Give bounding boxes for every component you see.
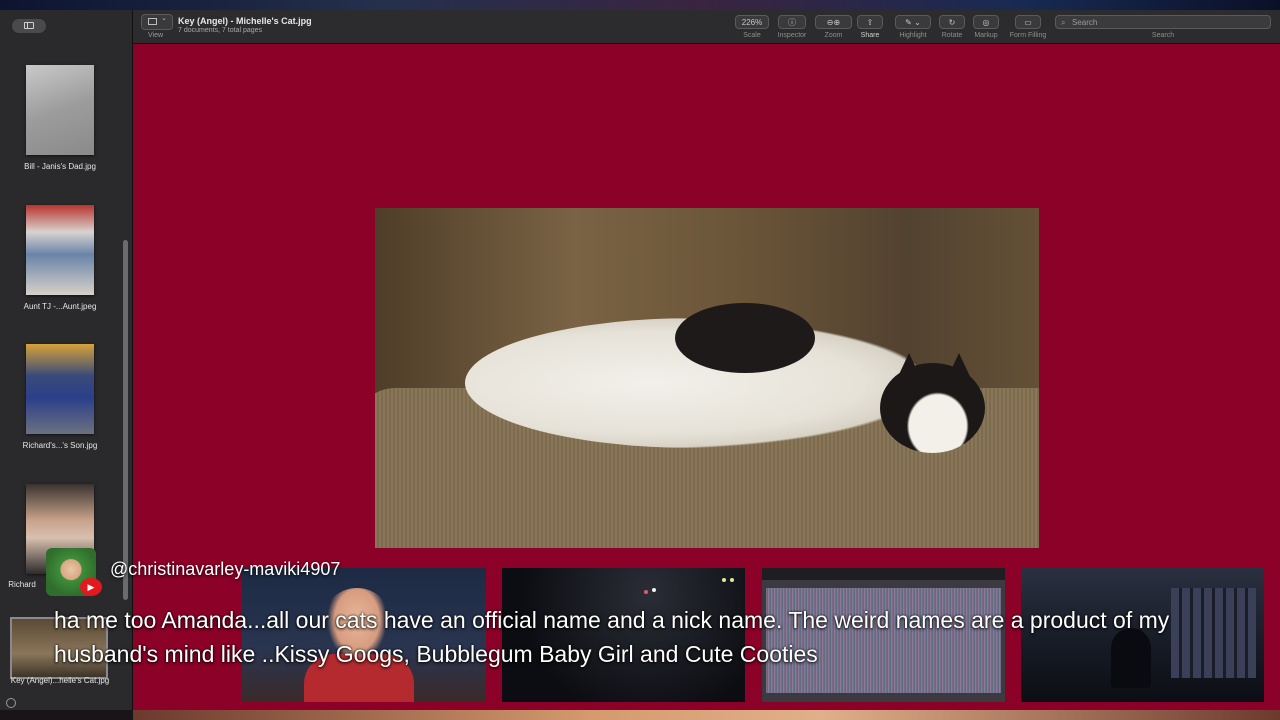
youtube-icon: ▶ — [80, 578, 102, 596]
window-subtitle: 7 documents, 7 total pages — [178, 27, 263, 34]
sidebar-toggle-button[interactable] — [12, 19, 46, 33]
view-label: View — [148, 32, 164, 39]
rotate-label: Rotate — [941, 32, 963, 39]
search-input[interactable] — [1072, 16, 1262, 28]
scale-field[interactable]: 226% — [735, 15, 769, 29]
info-icon: ⓘ — [788, 18, 796, 27]
zoom-out-icon[interactable]: ⊖ — [827, 18, 834, 27]
thumbnail-image — [26, 344, 94, 434]
search-icon: ⌕ — [1061, 18, 1066, 27]
zoom-buttons[interactable]: ⊖⊕ — [815, 15, 852, 29]
zoom-label: Zoom — [824, 32, 843, 39]
markup-icon: ◎ — [982, 18, 990, 27]
rotate-button[interactable]: ↻ — [939, 15, 965, 29]
toolbar: ⌄ View Key (Angel) - Michelle's Cat.jpg … — [133, 10, 1280, 44]
sidebar-icon — [148, 18, 157, 25]
search-field[interactable]: ⌕ — [1055, 15, 1271, 29]
sidebar-item-label: Richard's...'s Son.jpg — [22, 441, 98, 450]
sidebar-icon — [24, 22, 34, 29]
markup-button[interactable]: ◎ — [973, 15, 999, 29]
sidebar-item-label: Aunt TJ -...Aunt.jpeg — [23, 302, 97, 311]
form-filling-button[interactable]: ▭ — [1015, 15, 1041, 29]
desktop-bottom-strip — [133, 710, 1280, 720]
chevron-down-icon: ⌄ — [161, 15, 167, 22]
thumbnail-image — [26, 65, 94, 155]
desktop-top-strip — [0, 0, 1280, 10]
form-filling-label: Form Filling — [1009, 32, 1047, 39]
chat-message: ha me too Amanda...all our cats have an … — [54, 607, 1170, 667]
inspector-label: Inspector — [777, 32, 807, 39]
share-button[interactable]: ⇪ — [857, 15, 883, 29]
highlight-label: Highlight — [899, 32, 927, 39]
search-label: Search — [1151, 32, 1175, 39]
cat-photo — [375, 208, 1039, 548]
scale-label: Scale — [743, 32, 761, 39]
markup-label: Markup — [974, 32, 998, 39]
chat-username: @christinavarley-maviki4907 — [110, 559, 341, 579]
highlight-button[interactable]: ✎ ⌄ — [895, 15, 931, 29]
share-label: Share — [860, 32, 880, 39]
pen-icon: ✎ — [905, 18, 912, 27]
rotate-icon: ↻ — [948, 18, 956, 27]
sidebar-item-label: Bill - Janis's Dad.jpg — [24, 162, 96, 171]
chevron-down-icon: ⌄ — [914, 18, 921, 27]
window-title: Key (Angel) - Michelle's Cat.jpg — [178, 16, 312, 26]
add-icon[interactable] — [6, 698, 16, 708]
sidebar-item-label: Key (Angel)...helle's Cat.jpg — [10, 676, 110, 685]
view-menu-button[interactable]: ⌄ — [141, 14, 173, 30]
zoom-in-icon[interactable]: ⊕ — [834, 18, 841, 27]
thumbnail-image — [26, 205, 94, 295]
inspector-button[interactable]: ⓘ — [778, 15, 806, 29]
share-icon: ⇪ — [866, 18, 874, 27]
form-icon: ▭ — [1024, 18, 1032, 27]
sidebar-scrollbar[interactable] — [123, 240, 128, 600]
